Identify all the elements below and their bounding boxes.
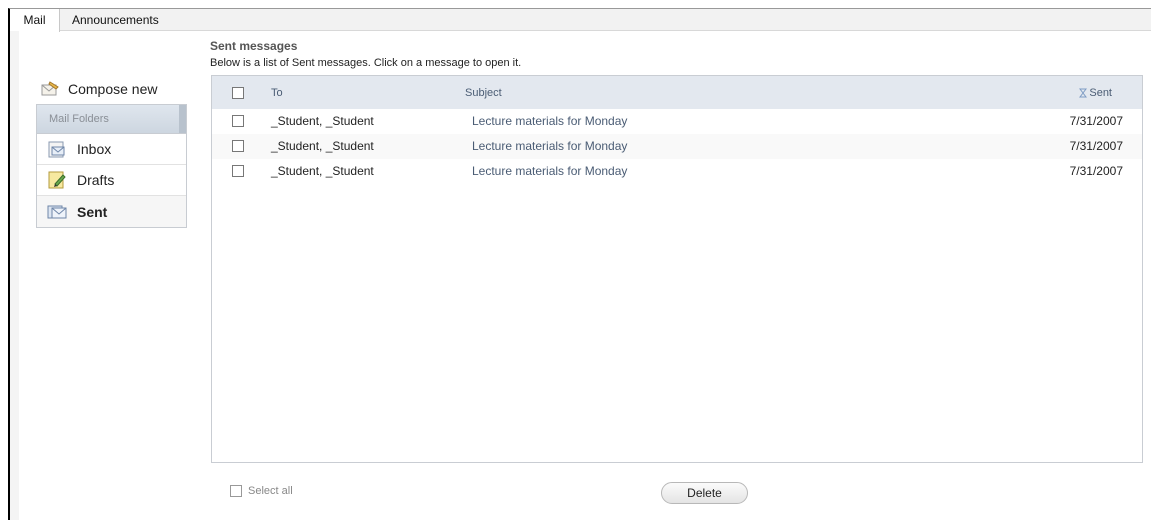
mail-folders-header: Mail Folders: [37, 105, 186, 134]
select-all-label: Select all: [248, 485, 293, 497]
row-checkbox[interactable]: [232, 140, 244, 152]
column-sent-label: Sent: [1089, 87, 1112, 99]
compose-new-label: Compose new: [68, 81, 158, 97]
folder-sent[interactable]: Sent: [37, 196, 186, 227]
sort-icon: [1079, 88, 1088, 98]
row-sent-date: 7/31/2007: [1069, 139, 1123, 153]
inbox-icon: [48, 141, 65, 158]
row-checkbox[interactable]: [232, 115, 244, 127]
folder-inbox-label: Inbox: [77, 141, 112, 157]
compose-icon: [41, 81, 59, 96]
row-checkbox[interactable]: [232, 165, 244, 177]
row-subject[interactable]: Lecture materials for Monday: [472, 114, 627, 128]
column-subject[interactable]: Subject: [465, 87, 502, 99]
folder-sent-label: Sent: [77, 203, 108, 220]
mail-window: Mail Announcements Compose new Mail Fold…: [8, 8, 1151, 520]
column-to[interactable]: To: [271, 87, 283, 99]
message-list-header: To Subject Sent: [212, 76, 1142, 109]
table-row[interactable]: _Student, _Student Lecture materials for…: [212, 109, 1142, 134]
row-sent-date: 7/31/2007: [1069, 114, 1123, 128]
table-row[interactable]: _Student, _Student Lecture materials for…: [212, 159, 1142, 184]
message-list: To Subject Sent _Student, _Student Lectu…: [211, 75, 1143, 463]
row-to: _Student, _Student: [271, 139, 374, 153]
tab-mail[interactable]: Mail: [10, 9, 60, 32]
row-subject[interactable]: Lecture materials for Monday: [472, 139, 627, 153]
page-title: Sent messages: [210, 39, 298, 53]
column-sent[interactable]: Sent: [1079, 87, 1112, 99]
delete-button[interactable]: Delete: [661, 482, 748, 504]
page-description: Below is a list of Sent messages. Click …: [210, 57, 522, 69]
select-all-control[interactable]: Select all: [230, 485, 293, 497]
select-all-checkbox[interactable]: [230, 485, 242, 497]
tab-announcements[interactable]: Announcements: [64, 9, 167, 31]
header-select-checkbox[interactable]: [232, 87, 244, 99]
row-subject[interactable]: Lecture materials for Monday: [472, 164, 627, 178]
folder-drafts[interactable]: Drafts: [37, 165, 186, 196]
sent-icon: [47, 205, 67, 218]
table-row[interactable]: _Student, _Student Lecture materials for…: [212, 134, 1142, 159]
mail-folders-panel: Mail Folders Inbox Drafts Sent: [36, 104, 187, 228]
row-to: _Student, _Student: [271, 114, 374, 128]
drafts-icon: [48, 171, 66, 189]
folder-drafts-label: Drafts: [77, 172, 115, 188]
tab-bar: Mail Announcements: [10, 9, 1151, 32]
compose-new-link[interactable]: Compose new: [40, 79, 158, 99]
folder-inbox[interactable]: Inbox: [37, 134, 186, 165]
row-to: _Student, _Student: [271, 164, 374, 178]
row-sent-date: 7/31/2007: [1069, 164, 1123, 178]
left-strip: [10, 31, 19, 520]
